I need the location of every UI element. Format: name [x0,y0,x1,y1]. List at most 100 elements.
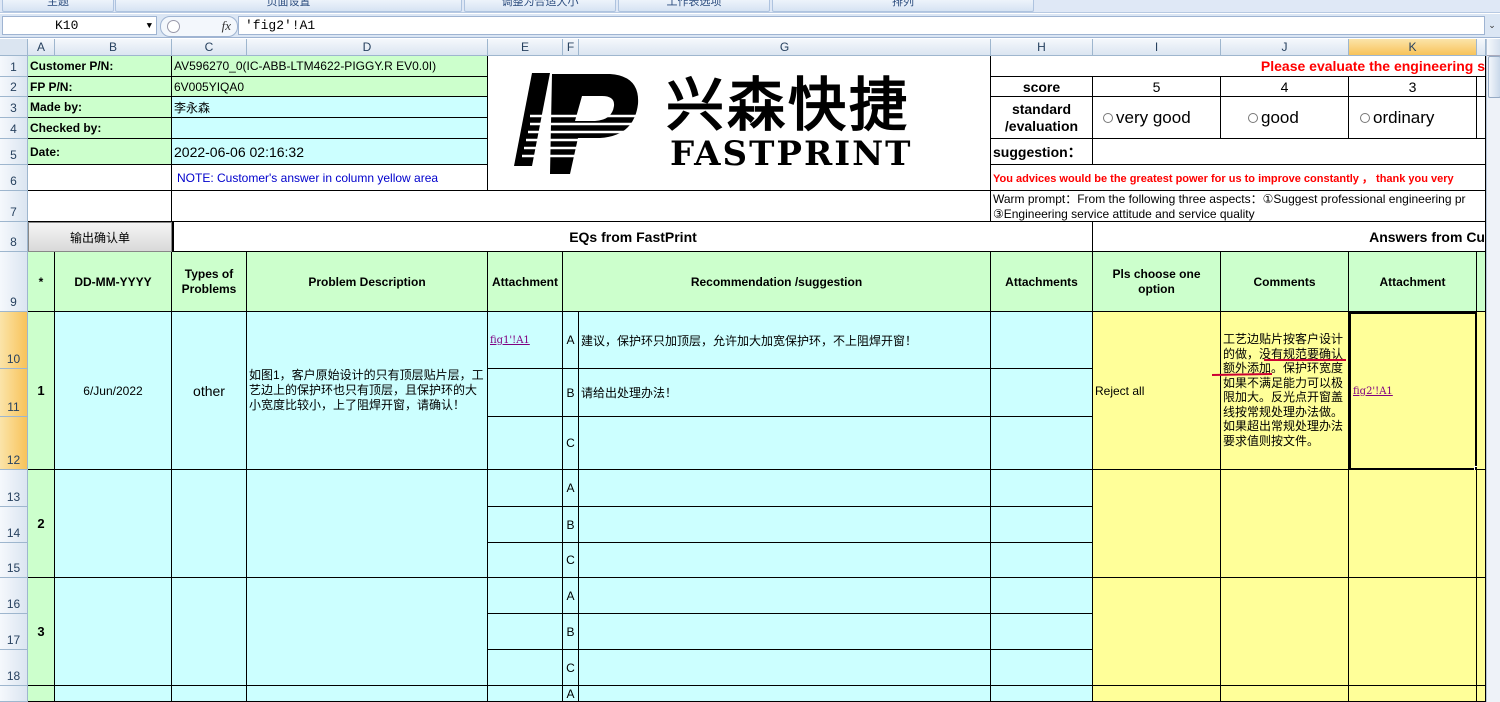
option-ordinary[interactable]: ordinary [1349,97,1477,139]
row-header-1[interactable]: 1 [0,56,28,77]
blank-cell-c7[interactable] [172,191,991,222]
row-header-13[interactable]: 13 [0,470,28,507]
eq-3-type[interactable] [172,578,247,686]
expand-formula-icon[interactable]: ⌄ [1486,17,1498,33]
eq-2-choice[interactable] [1093,470,1221,578]
row-header-15[interactable]: 15 [0,543,28,578]
select-all-corner[interactable] [0,39,28,56]
suggestion-input[interactable] [1093,139,1486,165]
col-header-a[interactable]: A [28,39,55,56]
col-header-k[interactable]: K [1349,39,1477,56]
output-confirmation-button[interactable]: 输出确认单 [28,222,172,252]
row-header-11[interactable]: 11 [0,369,28,417]
eq-2-attachments-a[interactable] [991,470,1093,507]
eq-3-problem[interactable] [247,578,488,686]
eq-1-option-c-text[interactable] [579,417,991,470]
eq-1-attachments-c[interactable] [991,417,1093,470]
eq-3-attachments-c[interactable] [991,650,1093,686]
fp-pn-value[interactable]: 6V005YIQA0 [172,77,488,97]
eq-4-comment[interactable] [1221,686,1349,702]
eq-2-attachment-b[interactable] [488,507,563,543]
col-header-i[interactable]: I [1093,39,1221,56]
ribbon-page-setup-button[interactable]: 页面设置 [115,0,462,12]
row-header-2[interactable]: 2 [0,77,28,97]
date-value[interactable]: 2022-06-06 02:16:32 [172,139,488,165]
eq-2-attachment-a[interactable] [488,470,563,507]
eq-3-attachment-c[interactable] [488,650,563,686]
row-header-3[interactable]: 3 [0,97,28,118]
eq-2-option-a-text[interactable] [579,470,991,507]
fx-icon[interactable]: fx [222,18,231,34]
blank-cell-a6[interactable] [28,165,172,191]
eq-3-option-c-text[interactable] [579,650,991,686]
eq-4-answer-attachment[interactable] [1349,686,1477,702]
eq-3-attachment-b[interactable] [488,614,563,650]
eq-3-option-b-text[interactable] [579,614,991,650]
scroll-up-icon[interactable] [1487,39,1500,56]
row-header-7[interactable]: 7 [0,191,28,222]
eq-4-problem[interactable] [247,686,488,702]
eq-1-type[interactable]: other [172,312,247,470]
eq-1-attachments-b[interactable] [991,369,1093,417]
eq-3-date[interactable] [55,578,172,686]
eq-1-attachment-link[interactable]: fig1'!A1 [490,335,530,346]
insert-function-button[interactable]: fx [160,16,238,37]
ribbon-scale-to-fit-button[interactable]: 调整为合适大小 [464,0,616,12]
eq-2-attachments-b[interactable] [991,507,1093,543]
eq-3-choice[interactable] [1093,578,1221,686]
eq-2-problem[interactable] [247,470,488,578]
eq-1-comment[interactable]: 工艺边贴片按客户设计的做，没有规范要确认额外添加。保护环宽度如果不满足能力可以极… [1221,312,1349,470]
row-header-8[interactable]: 8 [0,222,28,252]
row-header-10[interactable]: 10 [0,312,28,369]
eq-3-option-a-text[interactable] [579,578,991,614]
col-header-h[interactable]: H [991,39,1093,56]
eq-1-attachment-cell[interactable]: fig1'!A1 [488,312,563,369]
row-header-5[interactable]: 5 [0,139,28,165]
checked-by-value[interactable] [172,118,488,139]
ribbon-theme-button[interactable]: 主题 [2,0,114,12]
eq-4-option-a-text[interactable] [579,686,991,702]
eq-1-answer-attachment-link[interactable]: fig2'!A1 [1353,386,1393,397]
row-header-6[interactable]: 6 [0,165,28,191]
radio-icon[interactable] [1360,112,1370,123]
ribbon-sheet-options-button[interactable]: 工作表选项 [618,0,770,12]
eq-2-type[interactable] [172,470,247,578]
ribbon-arrange-button[interactable]: 排列 [772,0,1034,12]
eq-4-choice[interactable] [1093,686,1221,702]
eq-4-attachments[interactable] [991,686,1093,702]
blank-cell-a7[interactable] [28,191,172,222]
option-good[interactable]: good [1221,97,1349,139]
eq-1-problem[interactable]: 如图1，客户原始设计的只有顶层贴片层，工艺边上的保护环也只有顶层，且保护环的大小… [247,312,488,470]
eq-2-date[interactable] [55,470,172,578]
eq-4-type[interactable] [172,686,247,702]
eq-1-attachment-c[interactable] [488,417,563,470]
col-header-c[interactable]: C [172,39,247,56]
made-by-value[interactable]: 李永森 [172,97,488,118]
eq-1-attachment-b[interactable] [488,369,563,417]
col-header-e[interactable]: E [488,39,563,56]
radio-icon[interactable] [1248,112,1258,123]
vertical-scrollbar[interactable] [1486,39,1500,702]
col-header-g[interactable]: G [579,39,991,56]
col-header-next[interactable] [1477,39,1486,56]
eq-2-option-c-text[interactable] [579,543,991,578]
eq-3-answer-attachment[interactable] [1349,578,1477,686]
customer-pn-value[interactable]: AV596270_0(IC-ABB-LTM4622-PIGGY.R EV0.0I… [172,56,488,77]
formula-input[interactable]: 'fig2'!A1 [238,16,1485,35]
eq-3-comment[interactable] [1221,578,1349,686]
eq-1-choice[interactable]: Reject all [1093,312,1221,470]
eq-2-attachment-c[interactable] [488,543,563,578]
row-header-9[interactable]: 9 [0,252,28,312]
eq-3-attachments-b[interactable] [991,614,1093,650]
eq-2-comment[interactable] [1221,470,1349,578]
eq-3-attachment-a[interactable] [488,578,563,614]
row-header-18[interactable]: 18 [0,650,28,686]
row-header-14[interactable]: 14 [0,507,28,543]
eq-2-option-b-text[interactable] [579,507,991,543]
row-header-4[interactable]: 4 [0,118,28,139]
row-header-19[interactable] [0,686,28,702]
chevron-down-icon[interactable]: ▼ [147,17,152,35]
radio-icon[interactable] [1103,112,1113,123]
scrollbar-thumb[interactable] [1488,56,1500,98]
col-header-f[interactable]: F [563,39,579,56]
